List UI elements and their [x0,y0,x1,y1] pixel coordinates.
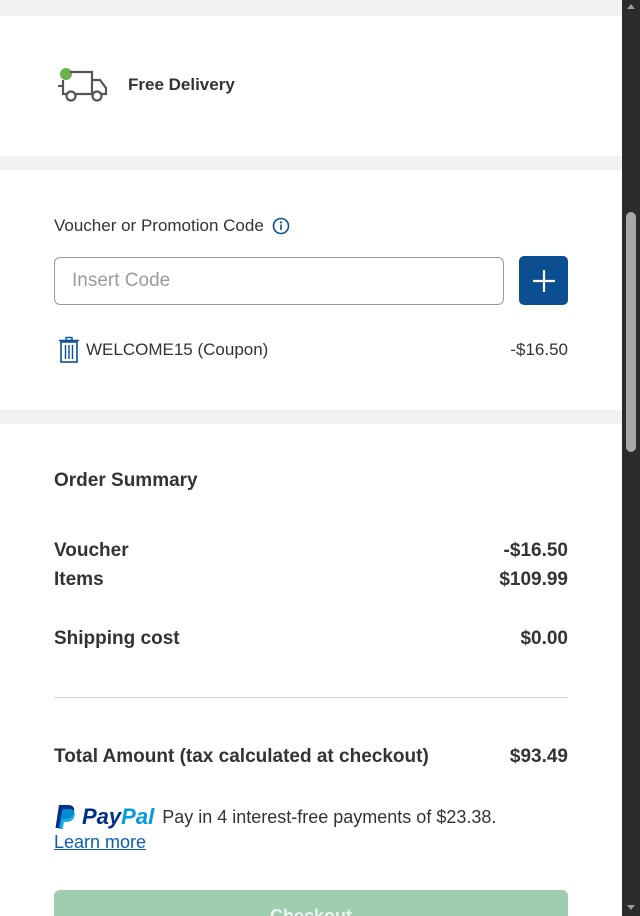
summary-line-label: Shipping cost [54,628,180,649]
paypal-line: PayPal Pay in 4 interest-free payments o… [54,804,574,830]
checkout-button[interactable]: Checkout [54,890,568,916]
order-summary-card: Order Summary Voucher -$16.50 Items $109… [0,424,622,916]
order-summary-title: Order Summary [54,470,198,491]
summary-line-value: $0.00 [520,628,568,649]
summary-line-label: Items [54,569,104,590]
cart-page: Free Delivery Voucher or Promotion Code [0,0,622,916]
add-voucher-button[interactable] [519,256,568,305]
info-icon[interactable] [272,217,290,235]
paypal-logo-icon [55,805,75,829]
summary-line-voucher: Voucher -$16.50 [54,540,568,562]
trash-icon[interactable] [58,336,80,364]
paypal-message: PayPal Pay in 4 interest-free payments o… [54,804,574,853]
plus-icon [532,269,555,292]
truck-icon [58,68,108,102]
paypal-wordmark-pal: Pal [121,804,155,829]
total-value: $93.49 [509,746,568,767]
summary-line-label: Voucher [54,540,129,561]
coupon-label: WELCOME15 (Coupon) [86,340,269,359]
summary-line-shipping: Shipping cost $0.00 [54,628,568,650]
scroll-up-arrow-icon[interactable] [627,4,635,9]
paypal-wordmark: PayPal [82,804,154,830]
delivery-card: Free Delivery [0,16,622,156]
coupon-amount: -$16.50 [510,340,568,359]
paypal-learn-more-link[interactable]: Learn more [54,832,146,853]
scroll-down-arrow-icon[interactable] [627,905,635,910]
summary-divider [54,697,568,698]
scrollbar-thumb[interactable] [626,212,636,452]
delivery-row: Free Delivery [56,66,235,104]
voucher-title: Voucher or Promotion Code [54,216,264,235]
paypal-installment-text: Pay in 4 interest-free payments of $23.3… [162,806,497,827]
summary-line-items: Items $109.99 [54,569,568,591]
total-label: Total Amount (tax calculated at checkout… [54,746,429,767]
applied-coupon-row: WELCOME15 (Coupon) -$16.50 [58,336,568,364]
summary-line-value: -$16.50 [503,540,568,561]
voucher-card: Voucher or Promotion Code Insert Code WE… [0,170,622,410]
voucher-code-input[interactable] [54,257,504,305]
summary-line-value: $109.99 [499,569,568,590]
page-scrollbar[interactable] [622,0,640,916]
summary-line-total: Total Amount (tax calculated at checkout… [54,746,568,768]
paypal-wordmark-pay: Pay [82,804,122,829]
voucher-title-row: Voucher or Promotion Code [54,216,290,236]
delivery-label: Free Delivery [128,75,235,94]
